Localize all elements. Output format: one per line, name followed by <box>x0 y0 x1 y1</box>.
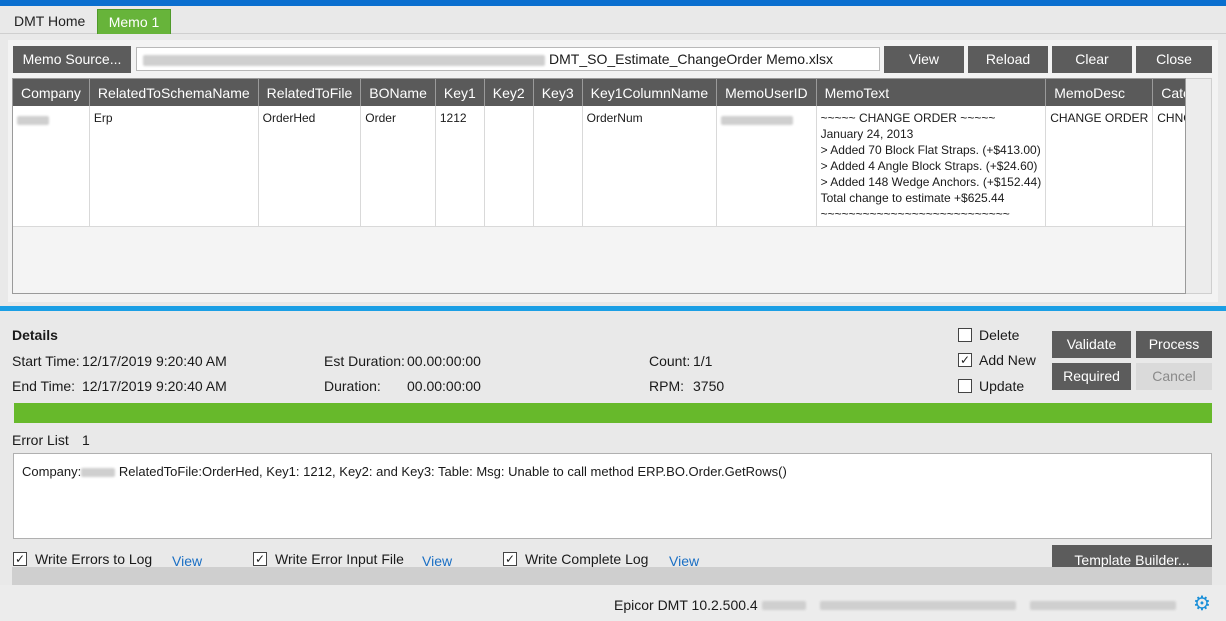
section-divider <box>0 306 1226 311</box>
error-company-prefix: Company: <box>22 464 82 479</box>
table-row[interactable]: Erp OrderHed Order 1212 OrderNum ~~~~~ C… <box>13 106 1185 227</box>
cell-memo-user-id[interactable] <box>716 106 817 227</box>
start-time-value: 12/17/2019 9:20:40 AM <box>82 353 227 369</box>
count-value: 1/1 <box>693 353 713 369</box>
redacted-user-id <box>721 115 794 125</box>
version-text: Epicor DMT 10.2.500.4 <box>614 597 758 613</box>
column-header-related-to-schema-name[interactable]: RelatedToSchemaName <box>89 79 259 106</box>
cell-memo-text[interactable]: ~~~~~ CHANGE ORDER ~~~~~ January 24, 201… <box>816 106 1047 227</box>
cancel-button[interactable]: Cancel <box>1136 363 1212 390</box>
tab-memo-1[interactable]: Memo 1 <box>97 9 171 34</box>
validate-button[interactable]: Validate <box>1052 331 1131 358</box>
column-header-related-to-file[interactable]: RelatedToFile <box>258 79 362 106</box>
memo-text-line: ~~~~~ CHANGE ORDER ~~~~~ <box>820 111 996 125</box>
column-header-bo-name[interactable]: BOName <box>360 79 436 106</box>
start-time-label: Start Time: <box>12 353 80 369</box>
redacted-path <box>143 54 545 66</box>
write-error-input-checkbox[interactable]: ✓ <box>253 552 267 566</box>
grid-header-row: Company RelatedToSchemaName RelatedToFil… <box>13 79 1185 106</box>
end-time-value: 12/17/2019 9:20:40 AM <box>82 378 227 394</box>
count-label: Count: <box>649 353 691 369</box>
column-header-memo-text[interactable]: MemoText <box>816 79 1047 106</box>
update-label[interactable]: Update <box>979 378 1024 394</box>
redacted-company <box>17 115 49 125</box>
write-errors-checkbox[interactable]: ✓ <box>13 552 27 566</box>
grid-table: Company RelatedToSchemaName RelatedToFil… <box>13 79 1185 227</box>
error-count: 1 <box>82 432 90 448</box>
duration-value: 00.00:00:00 <box>407 378 481 394</box>
cell-key2[interactable] <box>484 106 534 227</box>
cell-key1-column-name[interactable]: OrderNum <box>582 106 718 227</box>
write-complete-log-label[interactable]: Write Complete Log <box>525 551 648 567</box>
details-title: Details <box>12 327 58 343</box>
reload-button[interactable]: Reload <box>968 46 1048 73</box>
write-complete-log-checkbox[interactable]: ✓ <box>503 552 517 566</box>
view-button[interactable]: View <box>884 46 964 73</box>
redacted-status-2 <box>820 601 1016 610</box>
grid-vertical-scrollbar[interactable] <box>1186 78 1212 294</box>
delete-checkbox[interactable] <box>958 328 972 342</box>
error-list-label: Error List <box>12 432 69 448</box>
rpm-label: RPM: <box>649 378 684 394</box>
memo-text-line: > Added 70 Block Flat Straps. (+$413.00) <box>820 143 1041 157</box>
delete-label[interactable]: Delete <box>979 327 1019 343</box>
check-icon: ✓ <box>14 552 26 566</box>
process-button[interactable]: Process <box>1136 331 1212 358</box>
cell-related-to-schema-name[interactable]: Erp <box>89 106 259 227</box>
cell-related-to-file[interactable]: OrderHed <box>258 106 362 227</box>
required-button[interactable]: Required <box>1052 363 1131 390</box>
tab-strip: DMT Home Memo 1 <box>0 6 1226 34</box>
check-icon: ✓ <box>254 552 266 566</box>
column-header-key1-column-name[interactable]: Key1ColumnName <box>582 79 718 106</box>
error-message: RelatedToFile:OrderHed, Key1: 1212, Key2… <box>118 464 787 479</box>
redacted-status-3 <box>1030 601 1176 610</box>
cell-key1[interactable]: 1212 <box>435 106 485 227</box>
write-errors-label[interactable]: Write Errors to Log <box>35 551 152 567</box>
horizontal-scrollbar[interactable] <box>12 567 1212 585</box>
progress-bar <box>14 403 1212 423</box>
column-header-memo-desc[interactable]: MemoDesc <box>1045 79 1154 106</box>
redacted-status-1 <box>762 601 806 610</box>
file-name-text: DMT_SO_Estimate_ChangeOrder Memo.xlsx <box>549 51 833 67</box>
add-new-label[interactable]: Add New <box>979 352 1036 368</box>
cell-bo-name[interactable]: Order <box>360 106 436 227</box>
column-header-memo-user-id[interactable]: MemoUserID <box>716 79 817 106</box>
progress-fill <box>14 403 1212 423</box>
close-button[interactable]: Close <box>1136 46 1212 73</box>
est-duration-label: Est Duration: <box>324 353 405 369</box>
data-grid[interactable]: Company RelatedToSchemaName RelatedToFil… <box>12 78 1186 294</box>
column-header-key2[interactable]: Key2 <box>484 79 534 106</box>
check-icon: ✓ <box>959 353 971 367</box>
clear-button[interactable]: Clear <box>1052 46 1132 73</box>
error-list[interactable]: Company: RelatedToFile:OrderHed, Key1: 1… <box>13 453 1212 539</box>
cell-company[interactable] <box>13 106 90 227</box>
check-icon: ✓ <box>504 552 516 566</box>
column-header-category-id[interactable]: CategoryID <box>1152 79 1185 106</box>
memo-text-line: Total change to estimate +$625.44 <box>820 191 1005 205</box>
column-header-key1[interactable]: Key1 <box>435 79 485 106</box>
update-checkbox[interactable] <box>958 379 972 393</box>
est-duration-value: 00.00:00:00 <box>407 353 481 369</box>
rpm-value: 3750 <box>693 378 725 394</box>
gear-icon[interactable]: ⚙ <box>1193 594 1211 614</box>
column-header-key3[interactable]: Key3 <box>533 79 583 106</box>
cell-key3[interactable] <box>533 106 583 227</box>
memo-text-line: January 24, 2013 <box>820 127 914 141</box>
end-time-label: End Time: <box>12 378 76 394</box>
column-header-company[interactable]: Company <box>13 79 90 106</box>
cell-category-id[interactable]: CHNGORDR <box>1152 106 1185 227</box>
memo-text-line: ~~~~~~~~~~~~~~~~~~~~~~~~~~~ <box>820 207 1010 221</box>
tab-dmt-home[interactable]: DMT Home <box>4 9 95 34</box>
memo-text-line: > Added 148 Wedge Anchors. (+$152.44) <box>820 175 1042 189</box>
redacted-company <box>81 468 116 478</box>
file-path-field[interactable]: DMT_SO_Estimate_ChangeOrder Memo.xlsx <box>136 47 880 71</box>
add-new-checkbox[interactable]: ✓ <box>958 353 972 367</box>
write-error-input-label[interactable]: Write Error Input File <box>275 551 404 567</box>
duration-label: Duration: <box>324 378 381 394</box>
memo-source-button[interactable]: Memo Source... <box>13 46 131 73</box>
memo-text-line: > Added 4 Angle Block Straps. (+$24.60) <box>820 159 1038 173</box>
cell-memo-desc[interactable]: CHANGE ORDER <box>1045 106 1154 227</box>
